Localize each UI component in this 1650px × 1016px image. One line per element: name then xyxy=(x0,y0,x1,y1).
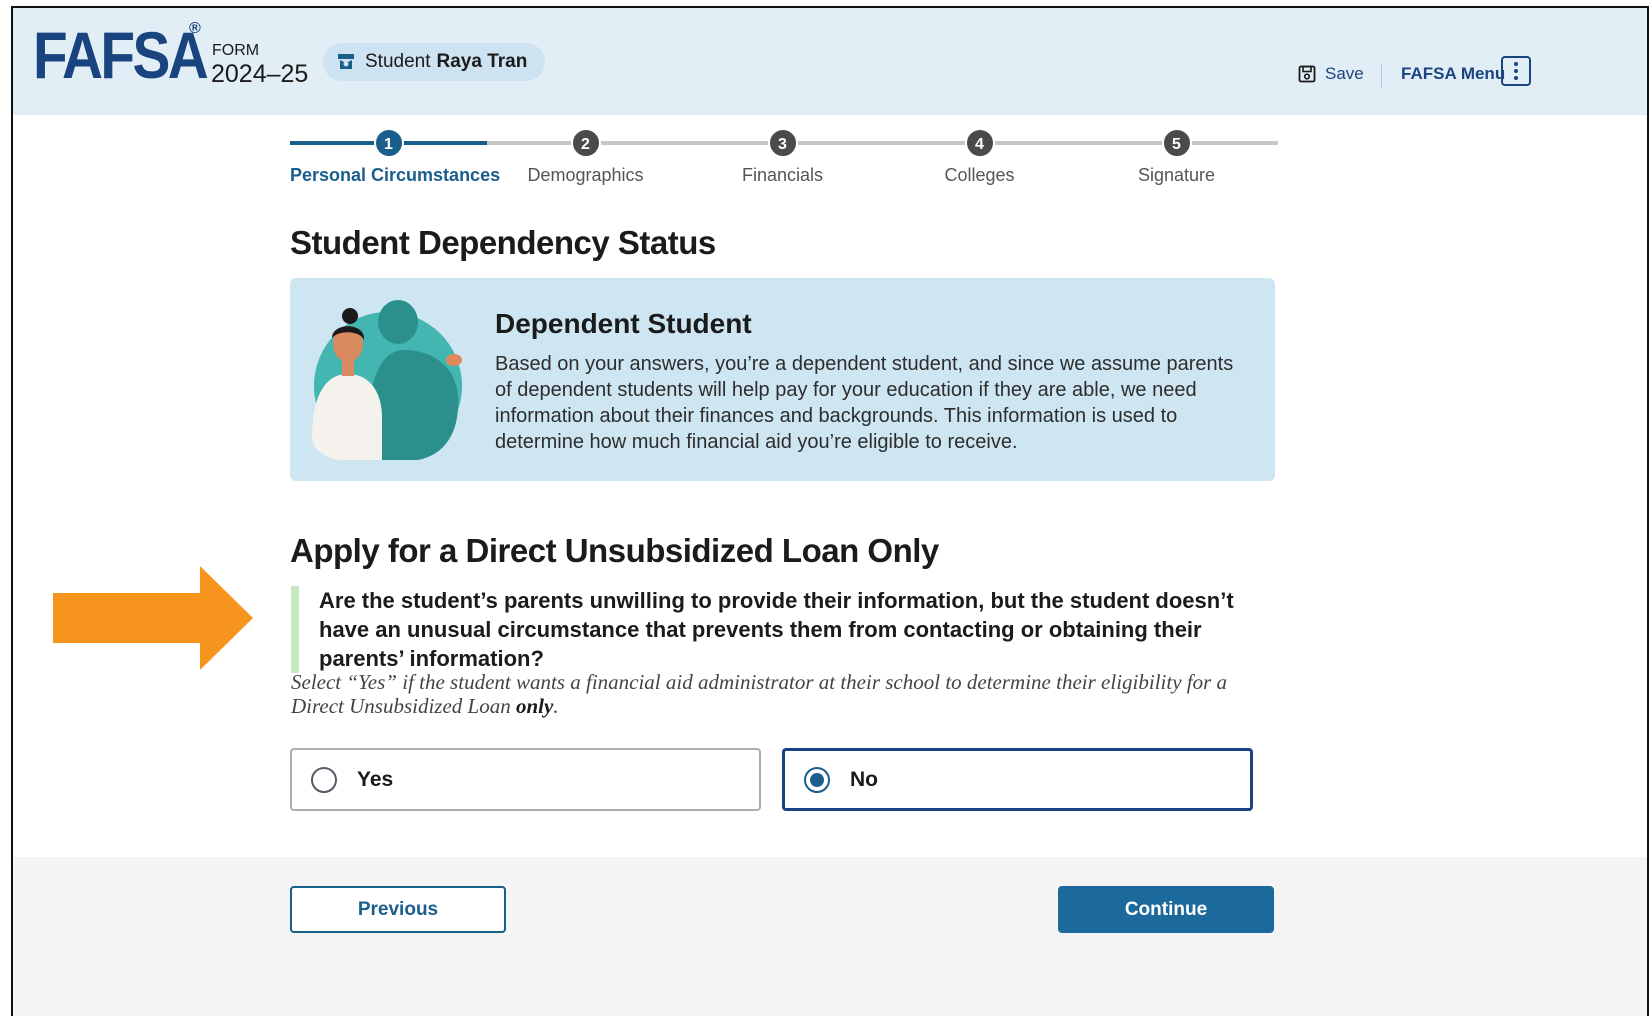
step-signature: 5 Signature xyxy=(1078,128,1275,186)
step-label: Personal Circumstances xyxy=(290,165,501,185)
question-text: Are the student’s parents unwilling to p… xyxy=(291,586,1276,673)
radio-option-yes[interactable]: Yes xyxy=(290,748,761,811)
form-year: 2024–25 xyxy=(211,60,309,88)
student-badge: Student Raya Tran xyxy=(323,43,546,81)
graduation-cap-icon xyxy=(338,54,354,69)
arrow-right-icon xyxy=(53,566,253,670)
step-colleges: 4 Colleges xyxy=(881,128,1078,186)
step-number: 3 xyxy=(767,128,798,158)
registered-mark: ® xyxy=(189,20,201,37)
dependent-student-card: Dependent Student Based on your answers,… xyxy=(290,278,1275,481)
radio-label: Yes xyxy=(357,767,394,791)
step-label: Demographics xyxy=(527,165,644,185)
menu-label: FAFSA Menu xyxy=(1401,64,1506,83)
step-financials: 3 Financials xyxy=(684,128,881,186)
parent-student-illustration xyxy=(312,300,462,460)
hint-text: Select “Yes” if the student wants a fina… xyxy=(291,670,1228,718)
floppy-disk-icon xyxy=(1298,65,1316,83)
step-demographics: 2 Demographics xyxy=(487,128,684,186)
radio-option-no[interactable]: No xyxy=(782,748,1253,811)
radio-label: No xyxy=(850,767,878,791)
page-title: Student Dependency Status xyxy=(290,224,716,261)
form-label: FORM xyxy=(212,42,260,59)
continue-button[interactable]: Continue xyxy=(1058,886,1274,933)
fafsa-logo[interactable]: FAFSA xyxy=(33,22,209,88)
hint-end: . xyxy=(553,694,559,718)
card-heading: Dependent Student xyxy=(495,308,752,339)
save-label: Save xyxy=(1325,64,1364,83)
hint-emphasis: only xyxy=(515,694,554,718)
student-name: Raya Tran xyxy=(436,51,528,72)
fafsa-page: FAFSA ® FORM 2024–25 Student Raya Tran S… xyxy=(11,6,1649,1016)
question-hint: Select “Yes” if the student wants a fina… xyxy=(291,670,1251,718)
step-personal-circumstances: 1 Personal Circumstances xyxy=(290,128,501,186)
progress-stepper: 1 Personal Circumstances 2 Demographics … xyxy=(290,128,1278,198)
header-divider xyxy=(1381,63,1382,89)
step-number: 1 xyxy=(373,128,404,158)
student-role: Student xyxy=(365,51,431,72)
app-header: FAFSA ® FORM 2024–25 Student Raya Tran S… xyxy=(13,8,1647,115)
section-title: Apply for a Direct Unsubsidized Loan Onl… xyxy=(290,532,939,569)
radio-selected-icon[interactable] xyxy=(804,766,830,793)
step-label: Colleges xyxy=(944,165,1015,185)
step-number: 2 xyxy=(570,128,601,158)
kebab-menu-icon[interactable] xyxy=(1501,56,1531,86)
card-body: Based on your answers, you’re a dependen… xyxy=(495,353,1234,453)
radio-unselected-icon[interactable] xyxy=(311,766,337,793)
previous-button[interactable]: Previous xyxy=(290,886,506,933)
step-label: Financials xyxy=(741,165,824,185)
page-footer xyxy=(13,857,1647,1016)
step-number: 5 xyxy=(1161,128,1192,158)
step-label: Signature xyxy=(1137,165,1216,185)
save-button[interactable]: Save xyxy=(1298,64,1364,84)
fafsa-menu-button[interactable]: FAFSA Menu xyxy=(1401,64,1505,84)
step-number: 4 xyxy=(964,128,995,158)
